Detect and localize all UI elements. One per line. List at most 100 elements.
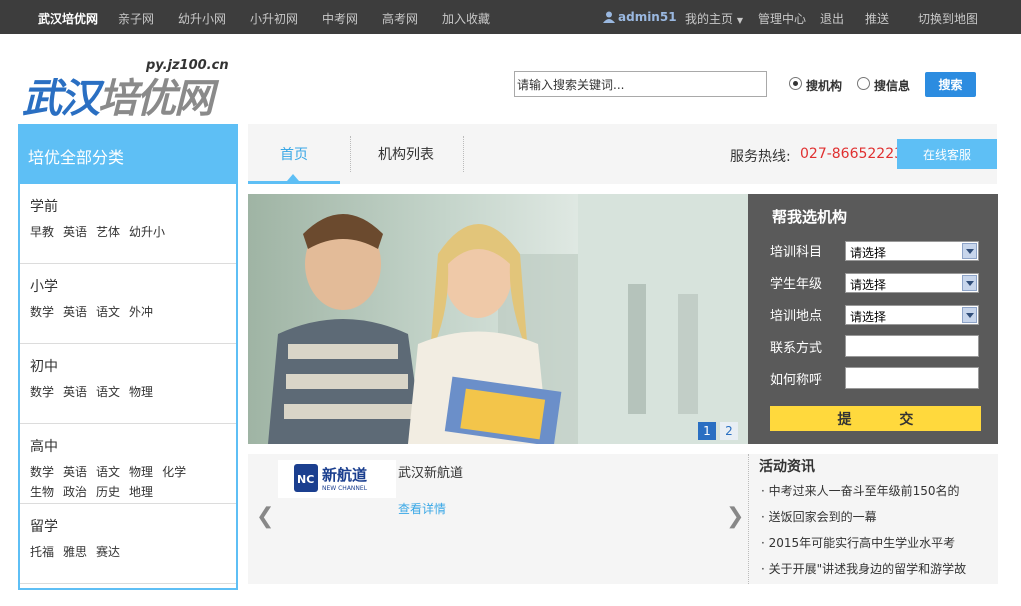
news-item[interactable]: 2015年可能实行高中生学业水平考 [761, 534, 991, 551]
sidebar-title: 培优全部分类 [18, 124, 238, 184]
category-link[interactable]: 语文 [96, 382, 120, 402]
name-input[interactable] [845, 367, 979, 389]
radio-search-info[interactable] [857, 77, 870, 90]
category-link[interactable]: 生物 [30, 482, 54, 502]
radio-search-org-label[interactable]: 搜机构 [806, 77, 842, 94]
category-link[interactable]: 数学 [30, 382, 54, 402]
logo-text-en: NEW CHANNEL [322, 485, 368, 492]
category-title[interactable]: 学前 [30, 196, 226, 216]
category-link[interactable]: 语文 [96, 302, 120, 322]
tab-active-underline [248, 181, 340, 184]
promote-link[interactable]: 推送 [865, 10, 889, 27]
category-title[interactable]: 高中 [30, 436, 226, 456]
category-link[interactable]: 外冲 [129, 302, 153, 322]
location-select[interactable]: 请选择 [845, 305, 979, 325]
name-label: 如何称呼 [770, 373, 823, 388]
subject-label: 培训科目 [770, 245, 823, 260]
switch-map-link[interactable]: 切换到地图 [918, 10, 978, 27]
news-item[interactable]: 关于开展"讲述我身边的留学和游学故 [761, 560, 991, 577]
category-sidebar: 培优全部分类 学前 早教 英语 艺体 幼升小 小学 数学 英语 语文 外冲 初中 数学 英语语… [18, 124, 238, 590]
hotline-label: 服务热线: [730, 149, 791, 165]
logo-text-cn: 新航道 [322, 466, 368, 484]
dropdown-arrow-icon [962, 275, 977, 291]
online-service-button[interactable]: 在线客服 [897, 139, 997, 169]
nav-link-kindergarten[interactable]: 幼升小网 [178, 10, 226, 27]
category-link[interactable]: 数学 [30, 462, 54, 482]
category-title[interactable]: 小学 [30, 276, 226, 296]
category-link[interactable]: 英语 [63, 462, 87, 482]
news-item[interactable]: 送饭回家会到的一幕 [761, 508, 991, 525]
institution-name[interactable]: 武汉新航道 [398, 462, 463, 481]
banner-image[interactable] [248, 194, 748, 444]
category-link[interactable]: 托福 [30, 542, 54, 562]
category-link[interactable]: 数学 [30, 302, 54, 322]
category-link[interactable]: 幼升小 [129, 222, 165, 242]
banner-dot-1[interactable]: 1 [698, 422, 716, 440]
location-label: 培训地点 [770, 309, 823, 324]
category-link[interactable]: 赛达 [96, 542, 120, 562]
institution-logo[interactable]: NC 新航道 NEW CHANNEL [278, 460, 396, 498]
activity-news-panel: 活动资讯 中考过来人一奋斗至年级前150名的 送饭回家会到的一幕 2015年可能… [748, 454, 998, 584]
chevron-down-icon: ▼ [736, 16, 743, 25]
my-home-menu[interactable]: 我的主页 ▼ [685, 10, 743, 27]
nav-link-parenting[interactable]: 亲子网 [118, 10, 154, 27]
category-link[interactable]: 艺体 [96, 222, 120, 242]
grade-select[interactable]: 请选择 [845, 273, 979, 293]
category-primary: 小学 数学 英语 语文 外冲 [20, 264, 236, 344]
username-link[interactable]: admin51 [618, 10, 677, 24]
logo-part-wuhan: 武汉 [22, 76, 100, 122]
admin-center-link[interactable]: 管理中心 [758, 10, 806, 27]
dropdown-arrow-icon [962, 307, 977, 323]
category-link[interactable]: 物理 [129, 382, 153, 402]
grade-select-value: 请选择 [850, 278, 887, 292]
subject-select[interactable]: 请选择 [845, 241, 979, 261]
hotline-number: 027-86652223 [800, 146, 904, 162]
category-senior: 高中 数学 英语 语文 物理 化学生物 政治 历史 地理 [20, 424, 236, 504]
category-link[interactable]: 地理 [129, 482, 153, 502]
next-arrow-icon[interactable]: ❯ [726, 504, 744, 529]
contact-input[interactable] [845, 335, 979, 357]
tab-divider [350, 136, 351, 172]
nav-link-bookmark[interactable]: 加入收藏 [442, 10, 490, 27]
category-link[interactable]: 英语 [63, 222, 87, 242]
prev-arrow-icon[interactable]: ❮ [256, 504, 274, 529]
category-title[interactable]: 留学 [30, 516, 226, 536]
logo-text: 武汉培优网 [22, 66, 214, 124]
search-button[interactable]: 搜索 [925, 72, 976, 97]
main-tabs-bar: 首页 机构列表 服务热线: 027-86652223 在线客服 [248, 124, 997, 184]
nav-link-gaokao[interactable]: 高考网 [382, 10, 418, 27]
logout-link[interactable]: 退出 [820, 10, 844, 27]
nav-link-zhongkao[interactable]: 中考网 [322, 10, 358, 27]
nav-link-primary[interactable]: 小升初网 [250, 10, 298, 27]
category-link[interactable]: 英语 [63, 382, 87, 402]
category-link[interactable]: 语文 [96, 462, 120, 482]
dropdown-arrow-icon [962, 243, 977, 259]
category-link[interactable]: 政治 [63, 482, 87, 502]
banner-students-photo [268, 194, 748, 444]
svg-text:NC: NC [297, 473, 314, 486]
logo-part-peiyou: 培优网 [98, 76, 214, 122]
category-preschool: 学前 早教 英语 艺体 幼升小 [20, 184, 236, 264]
category-link[interactable]: 英语 [63, 302, 87, 322]
news-item[interactable]: 中考过来人一奋斗至年级前150名的 [761, 482, 991, 499]
category-link[interactable]: 物理 [129, 462, 153, 482]
tab-org-list[interactable]: 机构列表 [378, 144, 434, 164]
tab-divider [463, 136, 464, 172]
contact-label: 联系方式 [770, 341, 823, 356]
tab-home[interactable]: 首页 [280, 144, 308, 164]
category-link[interactable]: 早教 [30, 222, 54, 242]
radio-search-org[interactable] [789, 77, 802, 90]
view-detail-link[interactable]: 查看详情 [398, 500, 446, 517]
category-title[interactable]: 初中 [30, 356, 226, 376]
grade-label: 学生年级 [770, 277, 823, 292]
nav-link-home-site[interactable]: 武汉培优网 [38, 10, 98, 27]
category-link[interactable]: 雅思 [63, 542, 87, 562]
banner-dot-2[interactable]: 2 [720, 422, 738, 440]
category-link[interactable]: 化学 [162, 462, 186, 482]
search-input[interactable] [514, 71, 767, 97]
submit-button[interactable]: 提 交 [770, 406, 981, 431]
tab-active-caret [287, 174, 299, 181]
top-nav-bar: 武汉培优网 亲子网 幼升小网 小升初网 中考网 高考网 加入收藏 admin51… [0, 0, 1021, 34]
category-link[interactable]: 历史 [96, 482, 120, 502]
radio-search-info-label[interactable]: 搜信息 [874, 77, 910, 94]
